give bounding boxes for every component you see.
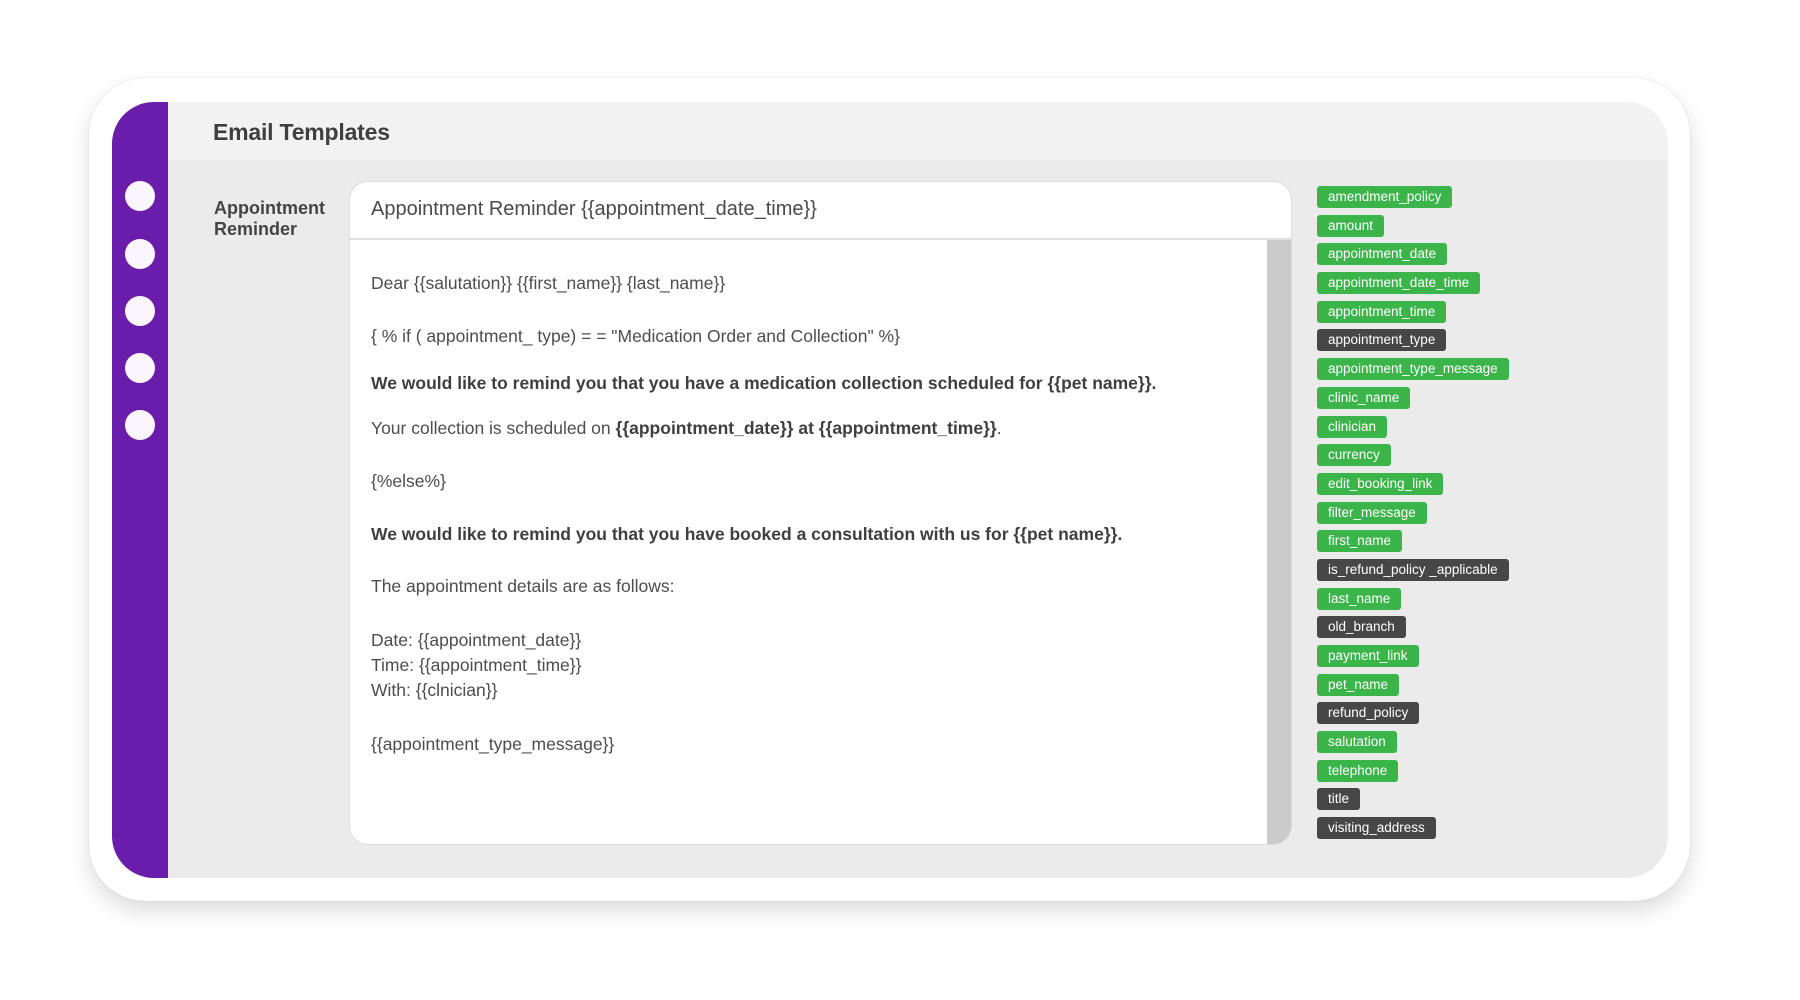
placeholder-tag[interactable]: is_refund_policy _applicable xyxy=(1317,558,1509,581)
placeholder-tag[interactable]: appointment_date_time xyxy=(1317,272,1481,295)
placeholder-tag[interactable]: appointment_type xyxy=(1317,329,1447,352)
placeholder-tag[interactable]: filter_message xyxy=(1317,501,1427,524)
page-header: Email Templates xyxy=(168,102,1668,160)
template-name-label: Appointment Reminder xyxy=(214,198,344,240)
sidebar xyxy=(112,102,168,878)
placeholder-tag[interactable]: appointment_type_message xyxy=(1317,358,1509,381)
placeholder-tag[interactable]: visiting_address xyxy=(1317,817,1436,840)
app-window: Email Templates Appointment Reminder App… xyxy=(112,102,1668,878)
placeholder-tag[interactable]: amendment_policy xyxy=(1317,186,1453,208)
body-greeting: Dear {{salutation}} {{first_name}} {last… xyxy=(371,273,726,293)
sidebar-item-2-nav-dot-icon[interactable] xyxy=(125,239,155,269)
placeholder-tag[interactable]: old_branch xyxy=(1317,616,1406,639)
placeholder-tag[interactable]: salutation xyxy=(1317,731,1397,754)
placeholder-tag[interactable]: edit_booking_link xyxy=(1317,472,1444,495)
page-title: Email Templates xyxy=(213,119,390,145)
sidebar-item-3-nav-dot-icon[interactable] xyxy=(125,296,155,326)
placeholder-tag[interactable]: first_name xyxy=(1317,530,1403,553)
collection-at: at xyxy=(793,418,819,438)
placeholder-tag[interactable]: title xyxy=(1317,788,1361,811)
body-textarea[interactable]: Dear {{salutation}} {{first_name}} {last… xyxy=(350,240,1267,844)
body-if-clause: { % if ( appointment_ type) = = "Medicat… xyxy=(371,326,900,346)
placeholder-tag[interactable]: last_name xyxy=(1317,587,1402,610)
placeholder-tag[interactable]: appointment_date xyxy=(1317,243,1448,266)
body-time-line: Time: {{appointment_time}} xyxy=(371,655,582,675)
collection-prefix: Your collection is scheduled on xyxy=(371,418,616,438)
body-details-intro: The appointment details are as follows: xyxy=(371,576,675,596)
sidebar-item-1-nav-dot-icon[interactable] xyxy=(125,181,155,211)
placeholder-tag[interactable]: telephone xyxy=(1317,759,1399,782)
placeholder-tag[interactable]: pet_name xyxy=(1317,673,1400,696)
placeholder-tag[interactable]: refund_policy xyxy=(1317,702,1420,725)
placeholder-tag[interactable]: appointment_time xyxy=(1317,300,1447,323)
collection-suffix: . xyxy=(996,418,1002,438)
body-collection-line: Your collection is scheduled on {{appoin… xyxy=(371,417,1246,439)
placeholder-tag[interactable]: currency xyxy=(1317,444,1391,467)
body-consultation-reminder: We would like to remind you that you hav… xyxy=(371,524,1123,544)
template-name-line1: Appointment xyxy=(214,198,325,218)
sidebar-item-5-nav-dot-icon[interactable] xyxy=(125,410,155,440)
editor-scrollbar[interactable] xyxy=(1267,240,1291,844)
body-with-line: With: {{clnician}} xyxy=(371,680,498,700)
placeholder-tag[interactable]: clinic_name xyxy=(1317,386,1411,409)
placeholder-tag[interactable]: amount xyxy=(1317,214,1385,237)
sidebar-item-4-nav-dot-icon[interactable] xyxy=(125,353,155,383)
template-editor: Appointment Reminder {{appointment_date_… xyxy=(350,182,1291,844)
body-medication-reminder: We would like to remind you that you hav… xyxy=(371,373,1157,393)
body-type-message: {{appointment_type_message}} xyxy=(371,734,615,754)
placeholder-tag[interactable]: clinician xyxy=(1317,415,1388,438)
body-else-clause: {%else%} xyxy=(371,471,446,491)
body-date-line: Date: {{appointment_date}} xyxy=(371,630,582,650)
placeholder-tag[interactable]: payment_link xyxy=(1317,645,1419,667)
placeholder-tag-list: amendment_policyamount appointment_dateap… xyxy=(1317,186,1577,846)
collection-date: {{appointment_date}} xyxy=(615,418,794,438)
template-name-line2: Reminder xyxy=(214,219,298,239)
collection-time: {{appointment_time}} xyxy=(818,418,997,438)
subject-input[interactable]: Appointment Reminder {{appointment_date_… xyxy=(350,182,1291,240)
